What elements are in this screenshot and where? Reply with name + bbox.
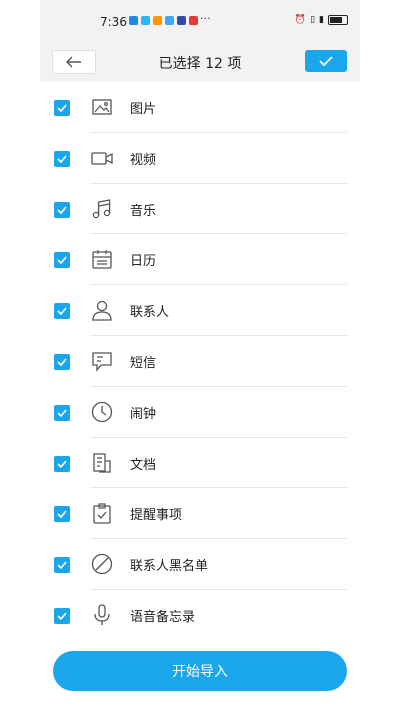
list-item-voice-memos[interactable]: 语音备忘录 [40, 590, 360, 641]
app-notification-icon [189, 16, 198, 25]
check-icon [57, 510, 67, 519]
alarm-icon: ⏰ [294, 15, 307, 25]
app-notification-icon [141, 16, 150, 25]
battery-icon [328, 15, 348, 25]
item-label: 联系人 [130, 305, 170, 321]
check-icon [319, 56, 333, 66]
data-type-list: 图片 视频 音乐 日历 联系人 短信 闹钟 文档 提醒事项 联系人黑名单 语音备… [40, 82, 360, 641]
app-notification-icon [153, 16, 162, 25]
message-icon [91, 350, 113, 372]
item-label: 图片 [130, 102, 157, 117]
status-bar: 7:36 ··· ⏰ ▯ ▮ [40, 0, 360, 42]
microphone-icon [91, 604, 113, 626]
notification-icons [129, 16, 198, 25]
document-icon [91, 452, 113, 474]
list-item-images[interactable]: 图片 [40, 82, 360, 133]
app-notification-icon [165, 16, 174, 25]
item-label: 闹钟 [130, 406, 157, 422]
checkbox[interactable] [54, 100, 70, 116]
item-label: 提醒事项 [130, 508, 183, 524]
checkbox[interactable] [54, 404, 70, 421]
list-item-alarms[interactable]: 闹钟 [40, 387, 360, 438]
sim-icon: ▮ [319, 15, 324, 25]
checkbox[interactable] [54, 353, 70, 370]
list-item-documents[interactable]: 文档 [40, 438, 360, 489]
title-bar: 已选择 12 项 [40, 42, 360, 82]
checkbox[interactable] [54, 557, 70, 574]
list-item-contact-blacklist[interactable]: 联系人黑名单 [40, 539, 360, 590]
check-icon [57, 104, 67, 112]
video-icon [91, 147, 113, 169]
check-icon [57, 561, 67, 570]
item-label: 短信 [130, 355, 157, 371]
system-status: ⏰ ▯ ▮ [295, 15, 348, 25]
image-icon [91, 96, 113, 118]
check-icon [57, 358, 67, 366]
item-label: 语音备忘录 [130, 609, 196, 625]
check-icon [57, 460, 67, 468]
list-item-videos[interactable]: 视频 [40, 133, 360, 184]
reminder-icon [91, 502, 113, 525]
more-notifications-icon: ··· [200, 12, 211, 25]
contact-icon [91, 299, 113, 321]
clock-icon [91, 401, 113, 423]
checkbox[interactable] [54, 303, 70, 320]
app-notification-icon [129, 16, 138, 25]
check-icon [57, 155, 67, 163]
block-icon [91, 553, 113, 575]
status-time: 7:36 [100, 15, 127, 29]
item-label: 视频 [130, 152, 157, 168]
calendar-icon [91, 248, 113, 270]
list-item-calendar[interactable]: 日历 [40, 234, 360, 286]
phone-screen: 7:36 ··· ⏰ ▯ ▮ 已选择 12 项 图片 视频 音乐 日历 联系人 … [40, 0, 360, 711]
app-notification-icon [177, 16, 186, 25]
list-item-contacts[interactable]: 联系人 [40, 285, 360, 336]
check-icon [57, 206, 67, 214]
list-item-music[interactable]: 音乐 [40, 184, 360, 235]
start-import-button[interactable]: 开始导入 [53, 651, 347, 691]
checkbox[interactable] [54, 607, 70, 624]
music-icon [91, 198, 113, 220]
check-icon [57, 256, 67, 265]
vibrate-icon: ▯ [310, 15, 316, 25]
list-item-messages[interactable]: 短信 [40, 336, 360, 387]
checkbox[interactable] [54, 252, 70, 269]
list-item-reminders[interactable]: 提醒事项 [40, 488, 360, 540]
check-icon [57, 409, 67, 417]
checkbox[interactable] [54, 506, 70, 523]
checkbox[interactable] [54, 201, 70, 218]
checkbox[interactable] [54, 150, 70, 167]
item-label: 日历 [130, 254, 157, 270]
item-label: 联系人黑名单 [130, 559, 209, 575]
item-label: 文档 [130, 457, 157, 473]
item-label: 音乐 [130, 203, 157, 219]
check-icon [57, 612, 67, 620]
checkbox[interactable] [54, 455, 70, 472]
check-icon [57, 307, 67, 316]
confirm-button[interactable] [305, 50, 347, 72]
